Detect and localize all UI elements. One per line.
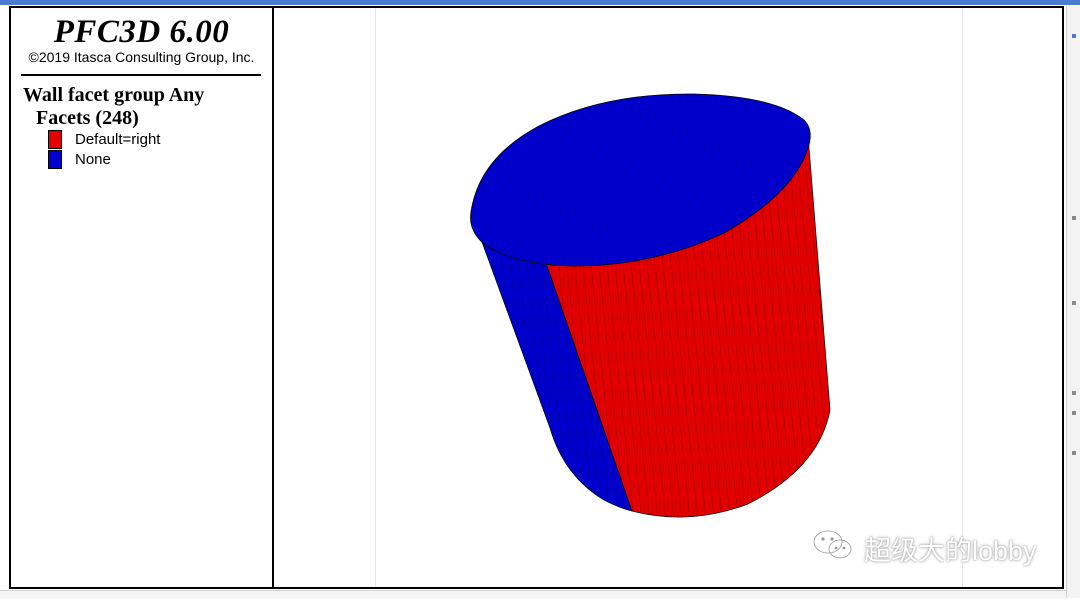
legend-heading: Wall facet group Any [23,84,205,106]
wechat-icon [812,528,854,569]
panel-marker [1072,216,1076,220]
copyright-text: ©2019 Itasca Consulting Group, Inc. [28,49,255,65]
legend-subheading: Facets (248) [36,107,139,129]
legend-swatch-blue [48,150,62,169]
legend-divider [21,74,261,76]
app-title: PFC3D 6.00 [53,14,230,50]
legend-label: Default=right [75,131,161,148]
legend-item-none: None [48,150,111,169]
watermark-text: 超级大的lobby [864,536,1037,566]
window-title-bar [0,0,1080,5]
panel-marker [1072,34,1076,38]
side-panel-edge[interactable] [1066,6,1080,598]
panel-marker [1072,451,1076,455]
cylinder-model[interactable] [274,8,1062,587]
panel-marker [1072,411,1076,415]
watermark: 超级大的lobby [812,528,1037,569]
plot-viewport[interactable]: 超级大的lobby [274,8,1062,587]
legend-panel: PFC3D 6.00 ©2019 Itasca Consulting Group… [9,6,274,589]
grid-line [375,8,376,587]
legend-swatch-red [48,130,62,149]
panel-marker [1072,391,1076,395]
legend-label: None [75,151,111,168]
grid-line [962,8,963,587]
legend-item-default-right: Default=right [48,130,160,149]
panel-marker [1072,301,1076,305]
